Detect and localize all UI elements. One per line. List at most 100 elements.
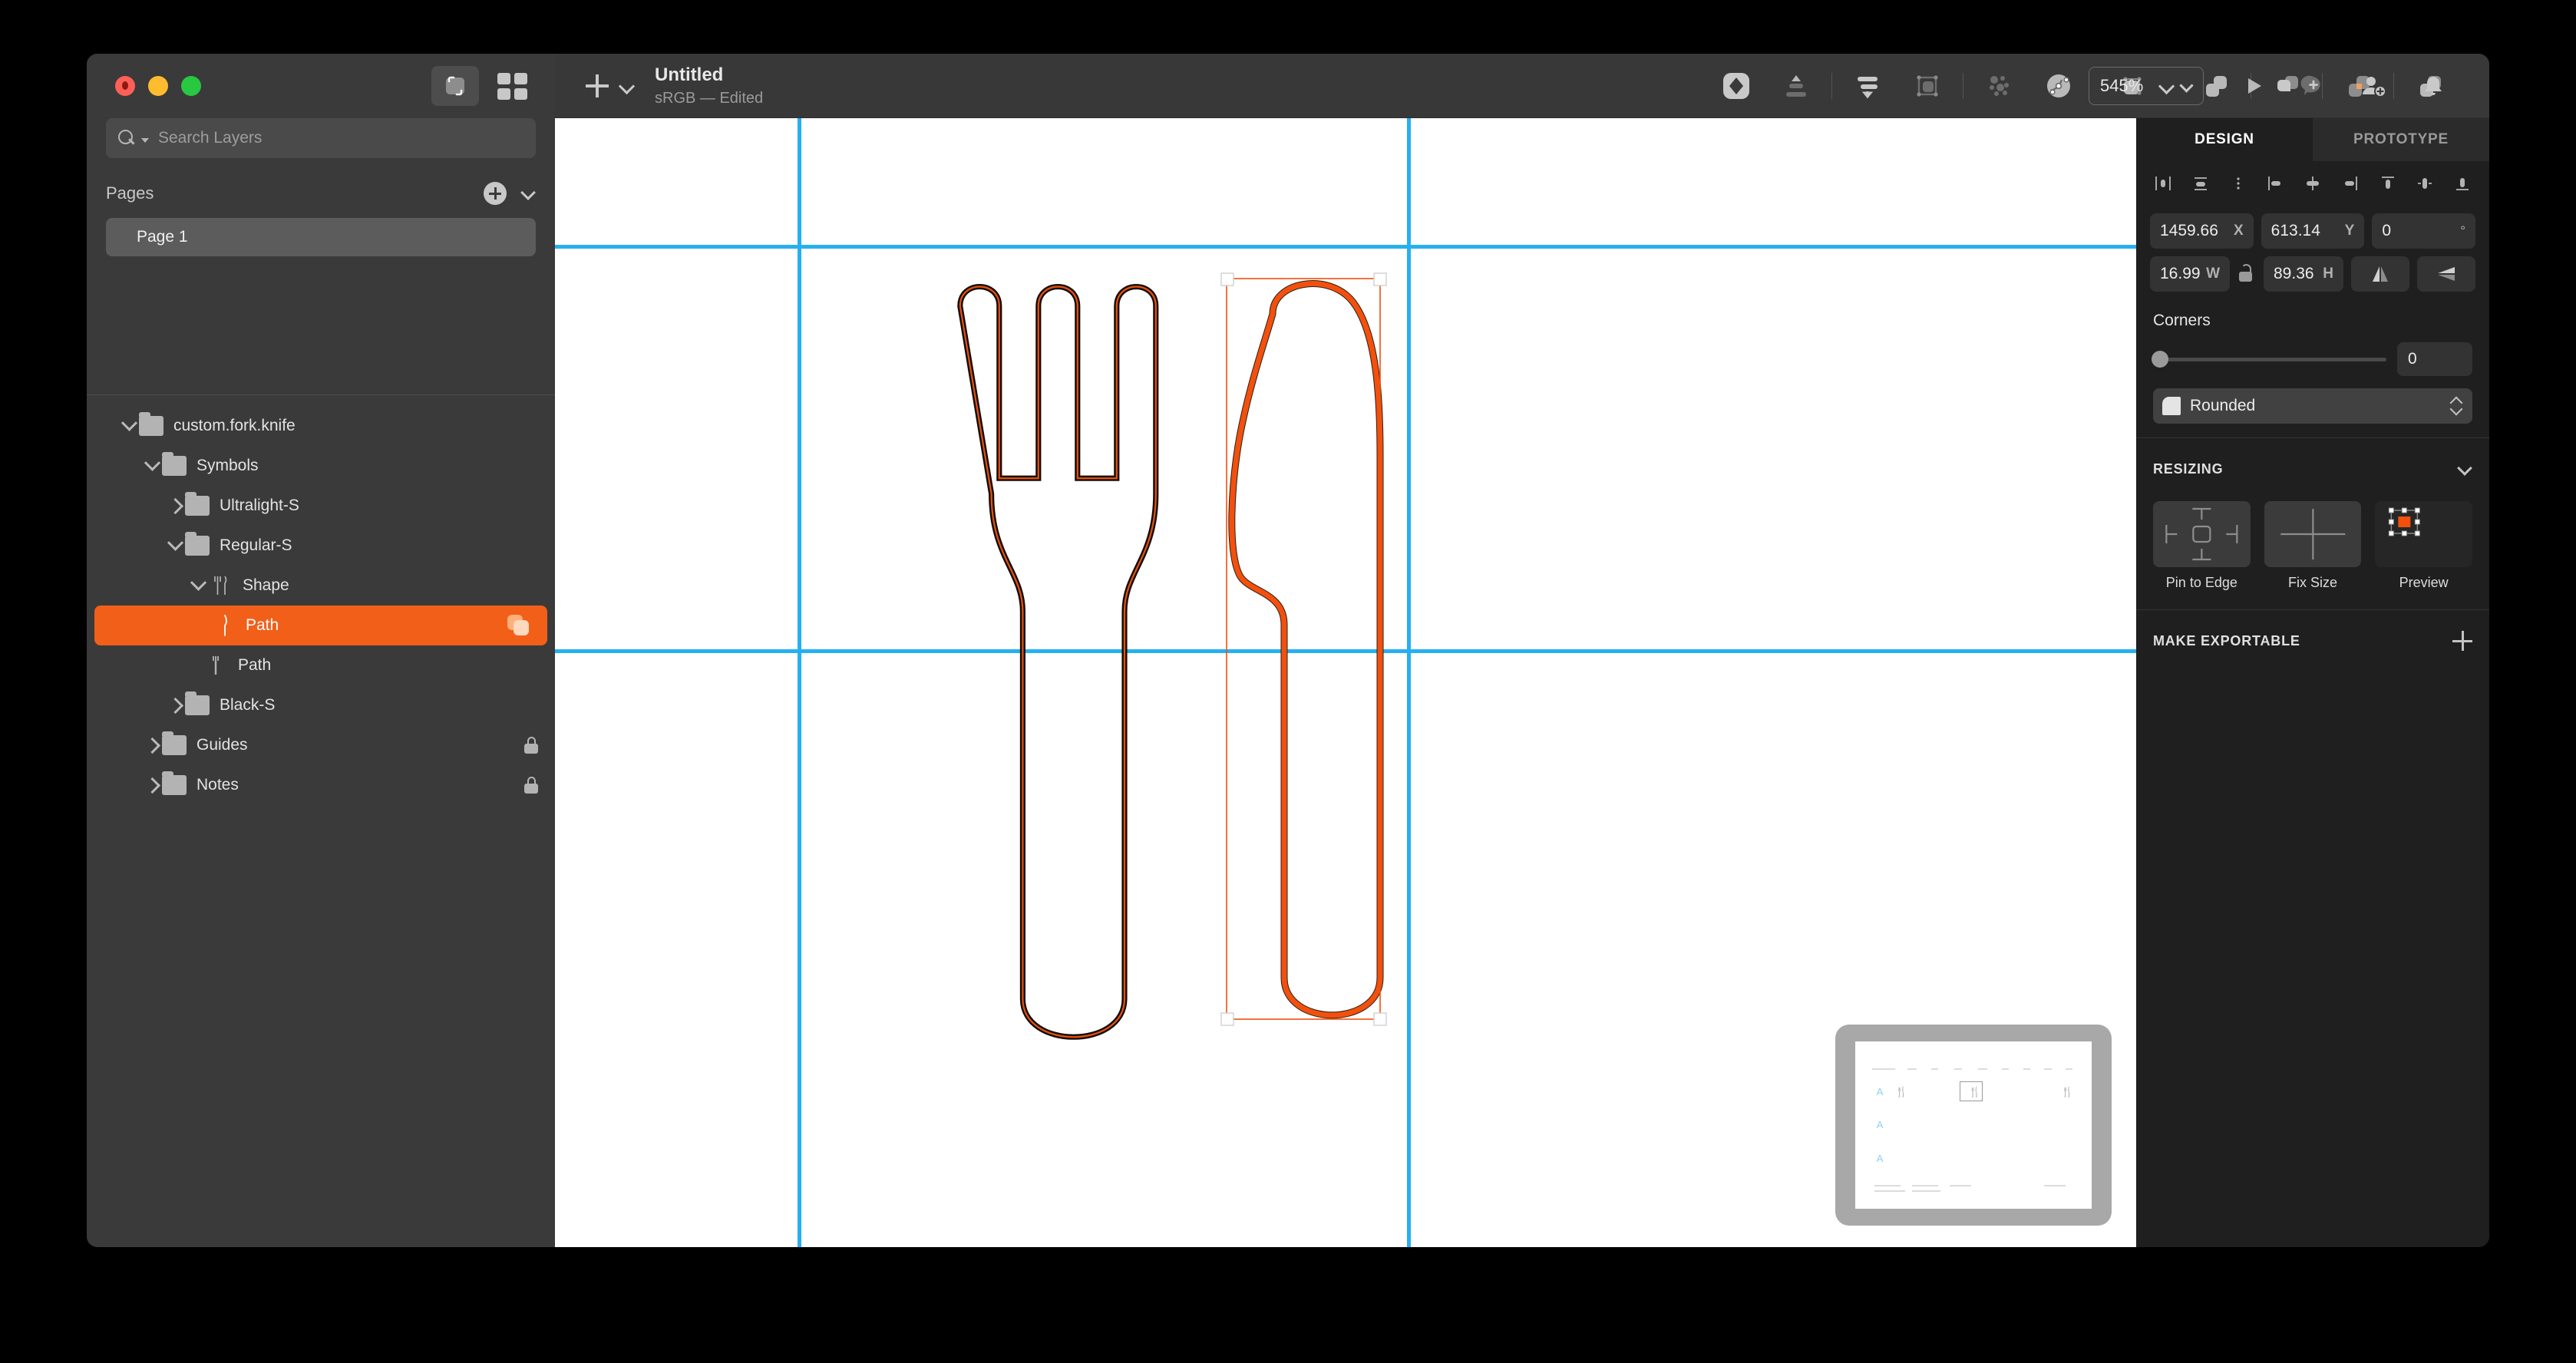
- align-middle-icon[interactable]: [2415, 173, 2435, 193]
- layer-row[interactable]: Symbols: [87, 446, 555, 486]
- top-region: Untitled sRGB — Edited 545%: [87, 54, 2489, 118]
- preview-label: Preview: [2399, 575, 2449, 590]
- y-field[interactable]: 613.14 Y: [2261, 213, 2365, 249]
- y-unit: Y: [2344, 223, 2355, 239]
- resizing-header[interactable]: RESIZING: [2136, 449, 2489, 489]
- fix-size-option[interactable]: Fix Size: [2264, 501, 2362, 591]
- scatter-points-icon[interactable]: [1975, 64, 2023, 107]
- minimap-text: [1950, 1185, 1971, 1187]
- tab-prototype[interactable]: PROTOTYPE: [2313, 118, 2489, 161]
- chevron-down-icon[interactable]: [188, 576, 208, 596]
- close-button[interactable]: [115, 76, 135, 96]
- layer-label: Shape: [243, 576, 289, 594]
- layers-sidebar: Search Layers Pages Page 1 custom.fork.k…: [87, 118, 555, 1247]
- layer-row[interactable]: Regular-S: [87, 526, 555, 566]
- layer-row[interactable]: Path: [87, 645, 555, 685]
- corner-radius-slider[interactable]: [2152, 351, 2386, 368]
- folder-icon: [185, 492, 210, 516]
- mask-icon[interactable]: [1712, 64, 1760, 107]
- align-right-edge-icon[interactable]: [2340, 173, 2360, 193]
- flip-horizontal-icon[interactable]: [2351, 256, 2409, 292]
- layer-row[interactable]: Guides: [87, 725, 555, 765]
- layer-row[interactable]: Black-S: [87, 685, 555, 725]
- folder-icon: [139, 412, 163, 436]
- y-value: 613.14: [2271, 222, 2320, 239]
- comment-add-icon[interactable]: [2290, 64, 2337, 107]
- play-icon[interactable]: [2230, 64, 2277, 107]
- divider: [2136, 437, 2489, 438]
- chevron-right-icon[interactable]: [165, 496, 185, 516]
- stepper-icon[interactable]: [2449, 396, 2463, 416]
- group-icon[interactable]: [1904, 64, 1951, 107]
- chevron-right-icon[interactable]: [142, 735, 162, 755]
- height-field[interactable]: 89.36 H: [2264, 256, 2343, 292]
- lock-icon[interactable]: [524, 737, 538, 754]
- pin-to-edge-option[interactable]: Pin to Edge: [2153, 501, 2251, 591]
- minimap-glyph: A: [1876, 1153, 1884, 1165]
- zoom-level-select[interactable]: 545%: [2089, 66, 2204, 105]
- slider-handle[interactable]: [2152, 351, 2168, 368]
- layer-row[interactable]: custom.fork.knife: [87, 406, 555, 446]
- align-top-icon[interactable]: [2378, 173, 2398, 193]
- canvas[interactable]: A 🍴 🍴 🍴 A A: [555, 118, 2136, 1247]
- layer-row[interactable]: Path: [94, 606, 547, 645]
- align-left-icon[interactable]: [2153, 173, 2173, 193]
- align-left-edge-icon[interactable]: [2265, 173, 2285, 193]
- invite-person-icon[interactable]: [2350, 64, 2397, 107]
- document-minimap[interactable]: A 🍴 🍴 🍴 A A: [1835, 1025, 2112, 1226]
- size-fields: 16.99 W 89.36 H: [2136, 256, 2489, 292]
- edit-path-icon[interactable]: [2035, 64, 2082, 107]
- width-field[interactable]: 16.99 W: [2150, 256, 2230, 292]
- page-list-item[interactable]: Page 1: [106, 218, 536, 256]
- tab-design[interactable]: DESIGN: [2136, 118, 2313, 161]
- minimap-text: [1874, 1190, 1905, 1193]
- chevron-down-icon[interactable]: [165, 536, 185, 556]
- align-horizontal-center-icon[interactable]: [2303, 173, 2323, 193]
- x-unit: X: [2233, 223, 2244, 239]
- chevron-down-icon: [141, 138, 149, 143]
- x-field[interactable]: 1459.66 X: [2150, 213, 2254, 249]
- layer-row[interactable]: Shape: [87, 566, 555, 606]
- chevron-down-icon[interactable]: [119, 416, 139, 436]
- grid-view-icon[interactable]: [488, 66, 536, 106]
- minimap-glyph: 🍴: [1895, 1085, 1908, 1097]
- corner-style-select[interactable]: Rounded: [2153, 388, 2472, 424]
- add-export-preset-icon[interactable]: [2452, 631, 2472, 651]
- chevron-down-icon[interactable]: [520, 186, 536, 201]
- duplicate-icon[interactable]: [507, 615, 530, 636]
- minimize-button[interactable]: [148, 76, 168, 96]
- chevron-right-icon[interactable]: [142, 775, 162, 795]
- align-bottom-icon[interactable]: [2452, 173, 2472, 193]
- sidebar-header: [87, 54, 555, 118]
- corner-radius-value[interactable]: 0: [2397, 342, 2472, 376]
- distribute-vertical-icon[interactable]: [2228, 173, 2248, 193]
- folder-icon: [185, 532, 210, 556]
- aspect-lock-icon[interactable]: [2237, 264, 2256, 284]
- canvas-view-icon[interactable]: [431, 66, 479, 106]
- preview-option[interactable]: Preview: [2375, 501, 2473, 591]
- minimap-viewport[interactable]: [1959, 1081, 1983, 1102]
- chevron-right-icon[interactable]: [165, 695, 185, 715]
- zoom-button[interactable]: [181, 76, 201, 96]
- lock-icon[interactable]: [524, 777, 538, 794]
- insert-menu[interactable]: [586, 74, 633, 97]
- distribute-icon[interactable]: [1844, 64, 1891, 107]
- add-page-icon[interactable]: [484, 182, 507, 205]
- rotation-field[interactable]: 0 °: [2372, 213, 2476, 249]
- bell-icon[interactable]: [2409, 64, 2457, 107]
- chevron-down-icon: [619, 79, 633, 93]
- flip-vertical-icon[interactable]: [2417, 256, 2475, 292]
- document-info: Untitled sRGB — Edited: [655, 64, 763, 108]
- layer-label: Regular-S: [220, 536, 292, 554]
- chevron-down-icon[interactable]: [2457, 461, 2472, 477]
- folder-icon: [185, 691, 210, 715]
- corner-radius-row: 0: [2136, 342, 2489, 376]
- search-input[interactable]: Search Layers: [106, 118, 536, 158]
- align-up-icon[interactable]: [1772, 64, 1820, 107]
- layer-row[interactable]: Notes: [87, 765, 555, 805]
- chevron-down-icon[interactable]: [142, 456, 162, 476]
- make-exportable-title: MAKE EXPORTABLE: [2153, 632, 2300, 648]
- sidebar-view-toggles: [431, 66, 536, 106]
- layer-row[interactable]: Ultralight-S: [87, 486, 555, 526]
- align-center-horizontal-icon[interactable]: [2191, 173, 2211, 193]
